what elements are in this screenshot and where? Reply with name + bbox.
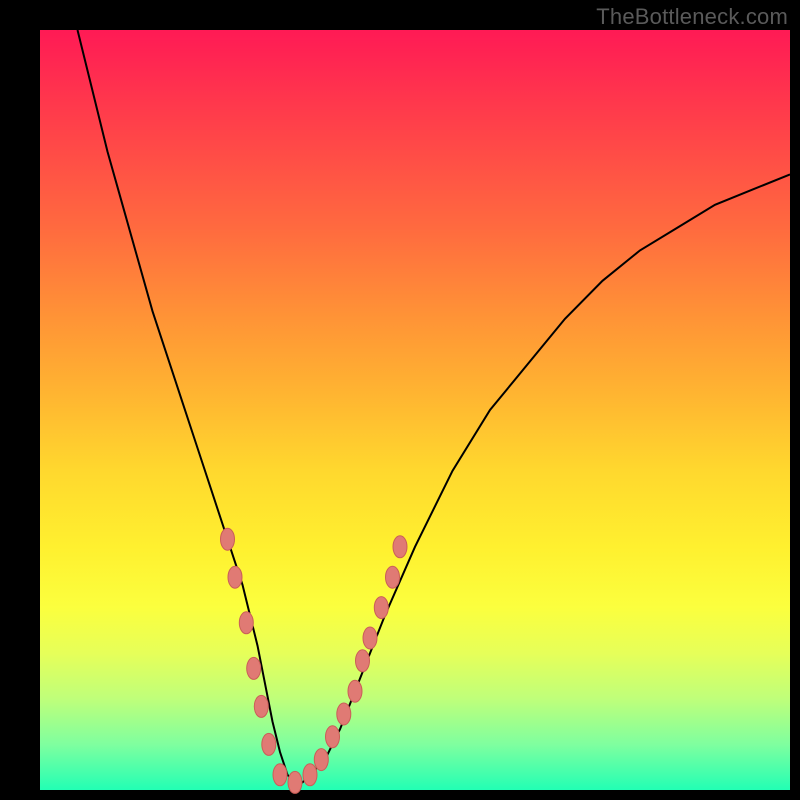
scatter-marker — [326, 726, 340, 748]
chart-svg — [40, 30, 790, 790]
scatter-marker — [393, 536, 407, 558]
scatter-marker — [228, 566, 242, 588]
scatter-marker — [314, 749, 328, 771]
scatter-marker — [374, 597, 388, 619]
scatter-marker — [386, 566, 400, 588]
scatter-marker — [247, 657, 261, 679]
scatter-marker — [254, 695, 268, 717]
scatter-marker — [273, 764, 287, 786]
watermark-text: TheBottleneck.com — [596, 4, 788, 30]
scatter-marker — [303, 764, 317, 786]
scatter-marker — [262, 733, 276, 755]
scatter-marker — [356, 650, 370, 672]
scatter-marker — [288, 771, 302, 793]
bottleneck-curve — [78, 30, 791, 782]
scatter-marker — [239, 612, 253, 634]
scatter-marker — [363, 627, 377, 649]
scatter-markers-group — [221, 528, 408, 793]
scatter-marker — [348, 680, 362, 702]
scatter-marker — [337, 703, 351, 725]
scatter-marker — [221, 528, 235, 550]
